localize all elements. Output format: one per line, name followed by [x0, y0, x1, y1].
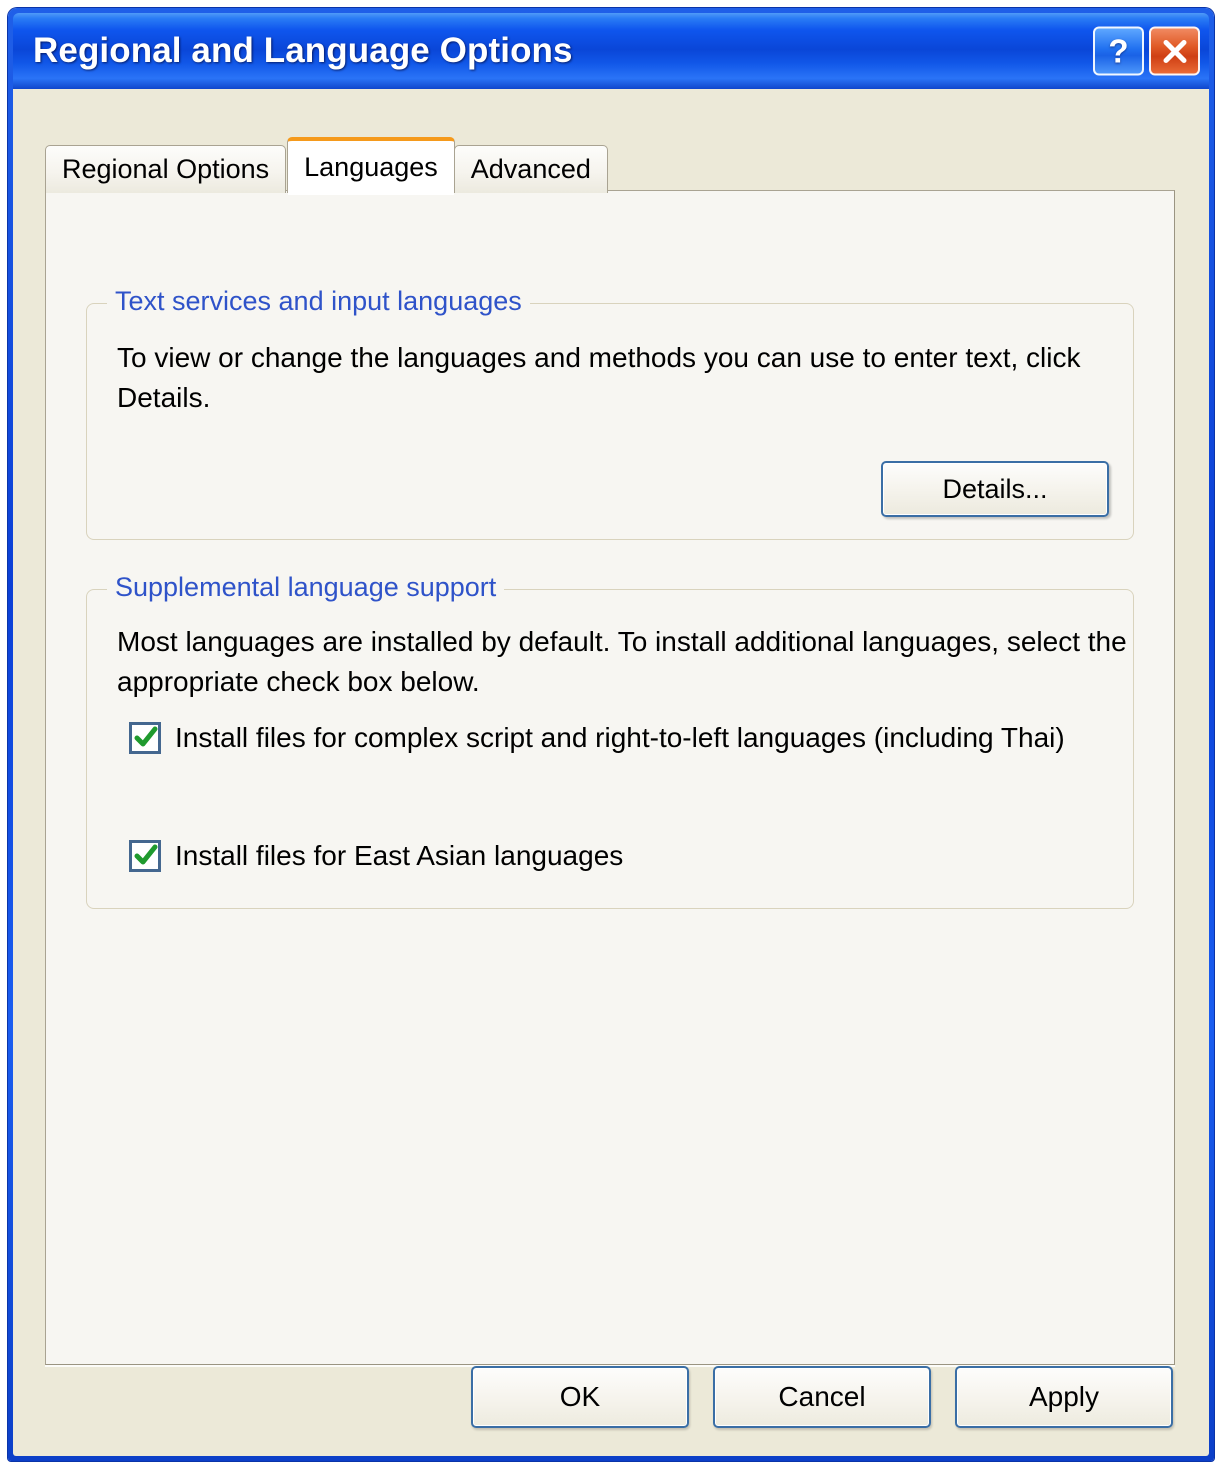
tab-regional-options[interactable]: Regional Options	[45, 145, 287, 193]
tab-label: Advanced	[470, 154, 591, 184]
close-button[interactable]	[1149, 26, 1200, 76]
group-text-services-and-input-languages: Text services and input languages To vie…	[86, 286, 1134, 540]
group-legend: Supplemental language support	[107, 572, 505, 603]
title-bar-buttons: ?	[1093, 26, 1200, 76]
cancel-button[interactable]: Cancel	[713, 1366, 931, 1428]
text-services-description: To view or change the languages and meth…	[117, 342, 1081, 413]
apply-button-label: Apply	[1028, 1381, 1100, 1412]
checkbox-complex-script[interactable]	[129, 722, 161, 754]
ok-button-label: OK	[559, 1381, 601, 1412]
close-icon	[1163, 39, 1186, 63]
group-supplemental-language-support: Supplemental language support Most langu…	[86, 572, 1134, 909]
title-bar: Regional and Language Options ?	[13, 13, 1209, 89]
question-mark-icon: ?	[1108, 32, 1129, 70]
dialog-body: Regional Options Languages Advanced Text…	[13, 89, 1209, 1456]
tab-advanced[interactable]: Advanced	[453, 145, 608, 193]
details-button-label: Details...	[942, 473, 1048, 504]
dialog-button-bar: OK Cancel Apply	[13, 1366, 1209, 1428]
tab-panel-languages: Text services and input languages To vie…	[45, 190, 1175, 1365]
checkbox-east-asian[interactable]	[129, 840, 161, 872]
supplemental-description: Most languages are installed by default.…	[117, 626, 1127, 697]
checkmark-icon	[134, 844, 158, 865]
checkmark-icon	[134, 726, 158, 747]
details-button[interactable]: Details...	[881, 461, 1109, 517]
dialog-window: Regional and Language Options ? Regional…	[8, 8, 1214, 1461]
ok-button[interactable]: OK	[471, 1366, 689, 1428]
help-icon-button[interactable]: ?	[1093, 26, 1144, 76]
checkbox-row-complex-script[interactable]: Install files for complex script and rig…	[129, 718, 1109, 758]
apply-button[interactable]: Apply	[955, 1366, 1173, 1428]
cancel-button-label: Cancel	[778, 1381, 866, 1412]
checkbox-label-complex-script: Install files for complex script and rig…	[175, 722, 1065, 753]
tab-strip: Regional Options Languages Advanced	[45, 137, 610, 195]
window-title: Regional and Language Options	[33, 31, 573, 70]
checkbox-row-east-asian[interactable]: Install files for East Asian languages	[129, 836, 1109, 876]
checkbox-label-east-asian: Install files for East Asian languages	[175, 840, 624, 871]
tab-label: Regional Options	[62, 154, 270, 184]
group-legend: Text services and input languages	[107, 286, 530, 317]
tab-label: Languages	[304, 151, 438, 182]
tab-languages[interactable]: Languages	[287, 137, 455, 195]
